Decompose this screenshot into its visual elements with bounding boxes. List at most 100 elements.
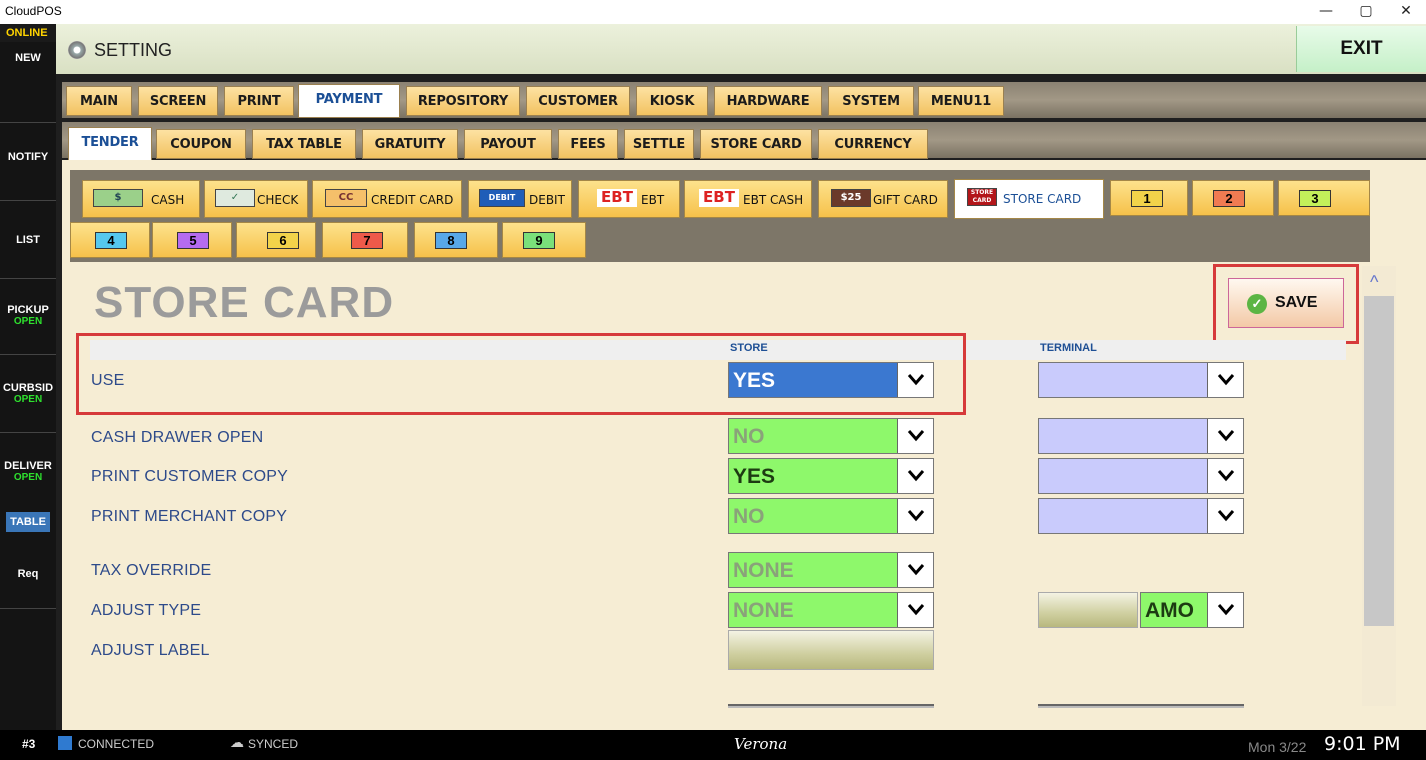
tab-screen[interactable]: SCREEN <box>138 86 218 116</box>
sidebar-item-new[interactable]: NEW <box>0 52 56 64</box>
tab-print[interactable]: PRINT <box>224 86 294 116</box>
tender-tab-8[interactable]: 8 <box>414 222 498 258</box>
tender-tab-3[interactable]: 3 <box>1278 180 1370 216</box>
window-title: CloudPOS <box>5 4 62 18</box>
exit-button[interactable]: EXIT <box>1296 26 1426 72</box>
status-date: Mon 3/22 <box>1248 739 1307 755</box>
scroll-thumb[interactable] <box>1364 296 1394 626</box>
tender-tab-ebt[interactable]: EBT EBT <box>578 180 680 218</box>
chevron-down-icon <box>897 553 933 587</box>
tab-customer[interactable]: CUSTOMER <box>526 86 630 116</box>
chevron-down-icon <box>1207 363 1243 397</box>
tab-menu11[interactable]: MENU11 <box>918 86 1004 116</box>
tab-fees[interactable]: FEES <box>558 129 618 159</box>
tender-tab-7[interactable]: 7 <box>322 222 408 258</box>
chevron-down-icon <box>1207 419 1243 453</box>
merchant-copy-store-select[interactable]: NO <box>728 498 934 534</box>
highlight-save <box>1213 264 1359 344</box>
connection-status: CONNECTED <box>78 737 155 751</box>
sidebar-item-pickup[interactable]: PICKUP OPEN <box>0 304 56 327</box>
cash-drawer-terminal-select[interactable] <box>1038 418 1244 454</box>
label-cash-drawer-open: CASH DRAWER OPEN <box>91 429 264 446</box>
tax-override-select[interactable]: NONE <box>728 552 934 588</box>
adjust-type-terminal-select[interactable]: AMO <box>1140 592 1244 628</box>
chevron-down-icon <box>897 499 933 533</box>
page-title: STORE CARD <box>94 278 395 327</box>
tab-hardware[interactable]: HARDWARE <box>714 86 822 116</box>
sidebar-item-notify[interactable]: NOTIFY <box>0 151 56 163</box>
tab-currency[interactable]: CURRENCY <box>818 129 928 159</box>
tender-tab-5[interactable]: 5 <box>152 222 232 258</box>
tender-tab-cash[interactable]: $ CASH <box>82 180 200 218</box>
maximize-button[interactable]: ▢ <box>1346 0 1386 24</box>
tab-payout[interactable]: PAYOUT <box>464 129 552 159</box>
tender-tab-credit-card[interactable]: CC CREDIT CARD <box>312 180 462 218</box>
cloud-icon: ☁ <box>230 734 244 750</box>
left-sidebar: ONLINE NEW NOTIFY LIST PICKUP OPEN CURBSI… <box>0 24 56 730</box>
tab-settle[interactable]: SETTLE <box>624 129 694 159</box>
adjust-label-input[interactable] <box>728 630 934 670</box>
use-terminal-select[interactable] <box>1038 362 1244 398</box>
tab-repository[interactable]: REPOSITORY <box>406 86 520 116</box>
sidebar-item-table[interactable]: TABLE <box>6 512 50 532</box>
cash-icon: $ <box>93 189 143 207</box>
adjust-type-select[interactable]: NONE <box>728 592 934 628</box>
chevron-down-icon <box>1207 459 1243 493</box>
tender-tab-debit[interactable]: DEBIT DEBIT <box>468 180 572 218</box>
settings-header: SETTING EXIT <box>56 24 1426 74</box>
window-titlebar: CloudPOS — ▢ ✕ <box>0 0 1426 24</box>
tender-tab-store-card[interactable]: STORE CARD STORE CARD <box>954 179 1104 219</box>
scrollbar[interactable]: ^ <box>1362 266 1396 706</box>
sidebar-item-curbside[interactable]: CURBSID OPEN <box>0 382 56 405</box>
tab-payment[interactable]: PAYMENT <box>298 84 400 118</box>
check-icon: ✓ <box>215 189 255 207</box>
chevron-down-icon <box>1207 593 1243 627</box>
customer-copy-store-select[interactable]: YES <box>728 458 934 494</box>
gear-icon <box>68 41 86 59</box>
tender-tab-6[interactable]: 6 <box>236 222 316 258</box>
highlight-use-row <box>76 333 966 415</box>
tab-coupon[interactable]: COUPON <box>156 129 246 159</box>
scroll-up-icon[interactable]: ^ <box>1370 272 1378 293</box>
chevron-down-icon <box>1207 499 1243 533</box>
network-icon <box>58 736 72 750</box>
close-button[interactable]: ✕ <box>1386 0 1426 24</box>
minimize-button[interactable]: — <box>1306 0 1346 24</box>
tender-tab-9[interactable]: 9 <box>502 222 586 258</box>
next-row-store-field <box>728 704 934 708</box>
tender-tab-4[interactable]: 4 <box>70 222 150 258</box>
sidebar-item-list[interactable]: LIST <box>0 234 56 246</box>
sidebar-item-req[interactable]: Req <box>0 568 56 580</box>
customer-copy-terminal-select[interactable] <box>1038 458 1244 494</box>
debit-icon: DEBIT <box>479 189 525 207</box>
adjust-type-terminal-field[interactable] <box>1038 592 1138 628</box>
cash-drawer-store-select[interactable]: NO <box>728 418 934 454</box>
tender-tab-2[interactable]: 2 <box>1192 180 1274 216</box>
column-terminal: TERMINAL <box>1040 342 1097 354</box>
tab-tax-table[interactable]: TAX TABLE <box>252 129 356 159</box>
tab-main[interactable]: MAIN <box>66 86 132 116</box>
tender-tab-gift-card[interactable]: $25 GIFT CARD <box>818 180 948 218</box>
merchant-copy-terminal-select[interactable] <box>1038 498 1244 534</box>
status-bar: #3 CONNECTED ☁ SYNCED Verona Mon 3/22 9:… <box>0 730 1426 760</box>
chevron-down-icon <box>897 459 933 493</box>
store-card-icon: STORE CARD <box>967 188 997 206</box>
tab-gratuity[interactable]: GRATUITY <box>362 129 458 159</box>
tab-store-card-settings[interactable]: STORE CARD <box>700 129 812 159</box>
tab-kiosk[interactable]: KIOSK <box>636 86 708 116</box>
tab-tender[interactable]: TENDER <box>68 127 152 161</box>
tender-tab-1[interactable]: 1 <box>1110 180 1188 216</box>
chevron-down-icon <box>897 593 933 627</box>
sidebar-item-delivery[interactable]: DELIVER OPEN <box>0 460 56 483</box>
label-adjust-type: ADJUST TYPE <box>91 602 202 619</box>
status-time: 9:01 PM <box>1324 733 1401 755</box>
label-adjust-label: ADJUST LABEL <box>91 642 210 659</box>
tender-tab-ebt-cash[interactable]: EBT EBT CASH <box>684 180 812 218</box>
chevron-down-icon <box>897 419 933 453</box>
credit-card-icon: CC <box>325 189 367 207</box>
label-tax-override: TAX OVERRIDE <box>91 562 212 579</box>
station-number: #3 <box>22 737 36 751</box>
tender-tab-check[interactable]: ✓ CHECK <box>204 180 308 218</box>
gift-card-icon: $25 <box>831 189 871 207</box>
tab-system[interactable]: SYSTEM <box>828 86 914 116</box>
